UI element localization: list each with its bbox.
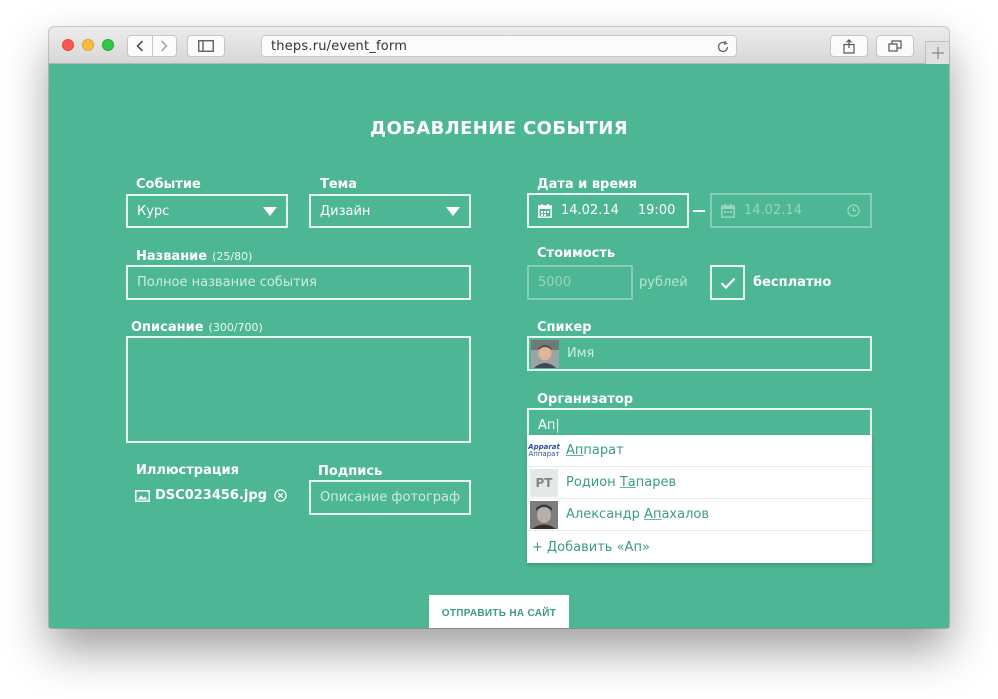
chevron-right-icon — [161, 40, 169, 52]
back-button[interactable] — [128, 36, 152, 56]
share-button[interactable] — [830, 35, 868, 57]
start-date-value: 14.02.14 — [561, 203, 619, 218]
suggestion-item[interactable]: РТ Родион Тапарев — [527, 467, 872, 499]
topic-label: Тема — [320, 177, 358, 192]
datetime-label: Дата и время — [537, 177, 638, 192]
name-label-text: Название — [136, 249, 208, 264]
history-nav — [127, 35, 177, 57]
browser-toolbar: theps.ru/event_form — [49, 27, 949, 64]
name-input[interactable]: Полное название события — [126, 265, 471, 300]
caption-input[interactable]: Описание фотограф — [309, 480, 471, 515]
cost-input[interactable]: 5000 — [527, 265, 633, 300]
suggestion-item[interactable]: Apparat Аппарат Аппарат — [527, 435, 872, 467]
checkmark-icon — [720, 277, 735, 289]
chevron-left-icon — [136, 40, 144, 52]
calendar-icon — [721, 203, 735, 218]
remove-file-icon[interactable] — [274, 489, 287, 502]
tabs-icon — [888, 40, 902, 52]
user-avatar — [530, 500, 558, 529]
sidebar-icon — [198, 40, 214, 52]
chevron-down-icon — [446, 207, 460, 216]
url-text: theps.ru/event_form — [271, 39, 408, 54]
calendar-icon — [538, 203, 552, 218]
suggestion-item[interactable]: Александр Апахалов — [527, 499, 872, 531]
browser-window: theps.ru/event_form ДОБАВЛЕНИЕ СОБЫТИЯ С… — [49, 27, 949, 628]
name-char-count: (25/80) — [212, 250, 253, 263]
event-type-value: Курс — [137, 203, 170, 219]
description-label: Описание (300/700) — [131, 320, 263, 335]
organizer-value: Ап| — [538, 418, 560, 433]
speaker-placeholder: Имя — [567, 346, 595, 361]
description-label-text: Описание — [131, 320, 204, 335]
clock-icon — [847, 204, 860, 217]
description-char-count: (300/700) — [208, 321, 263, 334]
cost-placeholder: 5000 — [538, 275, 572, 290]
submit-button[interactable]: ОТПРАВИТЬ НА САЙТ — [429, 595, 569, 628]
event-type-label: Событие — [136, 177, 201, 192]
speaker-input[interactable]: Имя — [527, 336, 872, 371]
illustration-file: DSC023456.jpg — [135, 488, 287, 503]
suggestion-text: Аппарат — [566, 443, 624, 458]
free-checkbox[interactable] — [710, 265, 745, 300]
page-title: ДОБАВЛЕНИЕ СОБЫТИЯ — [370, 118, 628, 139]
address-bar[interactable]: theps.ru/event_form — [261, 35, 737, 57]
initials-avatar: РТ — [530, 468, 558, 497]
free-label: бесплатно — [753, 275, 832, 290]
organizer-suggestions: Apparat Аппарат Аппарат РТ Родион Тапаре… — [527, 435, 872, 563]
event-type-select[interactable]: Курс — [126, 194, 288, 228]
organizer-label: Организатор — [537, 392, 634, 407]
minimize-window-button[interactable] — [82, 39, 94, 51]
share-icon — [843, 38, 855, 54]
speaker-label: Спикер — [537, 320, 592, 335]
event-form: ДОБАВЛЕНИЕ СОБЫТИЯ Событие Курс Тема Диз… — [49, 65, 949, 628]
description-textarea[interactable] — [126, 336, 471, 443]
currency-label: рублей — [639, 275, 688, 290]
zoom-window-button[interactable] — [102, 39, 114, 51]
start-time-value: 19:00 — [637, 203, 676, 218]
name-label: Название (25/80) — [136, 249, 252, 264]
cost-label: Стоимость — [537, 246, 616, 261]
speaker-avatar — [531, 339, 559, 368]
illustration-label: Иллюстрация — [136, 463, 239, 478]
topic-select[interactable]: Дизайн — [309, 194, 471, 228]
suggestion-text: Александр Апахалов — [566, 507, 710, 522]
reload-icon[interactable] — [716, 39, 730, 58]
caption-label: Подпись — [318, 464, 383, 479]
forward-button[interactable] — [151, 36, 176, 56]
date-range-separator — [693, 210, 705, 212]
chevron-down-icon — [263, 207, 277, 216]
apparat-logo: Apparat Аппарат — [528, 442, 560, 458]
image-icon — [135, 489, 150, 502]
end-date-value: 14.02.14 — [744, 203, 802, 218]
add-organizer-link[interactable]: + Добавить «Ап» — [527, 531, 872, 563]
new-tab-button[interactable] — [925, 41, 949, 64]
illustration-filename: DSC023456.jpg — [155, 488, 267, 503]
topic-value: Дизайн — [320, 203, 371, 219]
name-placeholder: Полное название события — [137, 275, 317, 290]
suggestion-text: Родион Тапарев — [566, 475, 677, 490]
close-window-button[interactable] — [62, 39, 74, 51]
start-datetime-input[interactable]: 14.02.14 19:00 — [527, 193, 689, 228]
tabs-overview-button[interactable] — [876, 35, 914, 57]
caption-placeholder: Описание фотограф — [320, 490, 461, 505]
plus-icon — [931, 47, 944, 59]
end-datetime-input[interactable]: 14.02.14 — [710, 193, 872, 228]
sidebar-toggle-button[interactable] — [187, 35, 225, 57]
